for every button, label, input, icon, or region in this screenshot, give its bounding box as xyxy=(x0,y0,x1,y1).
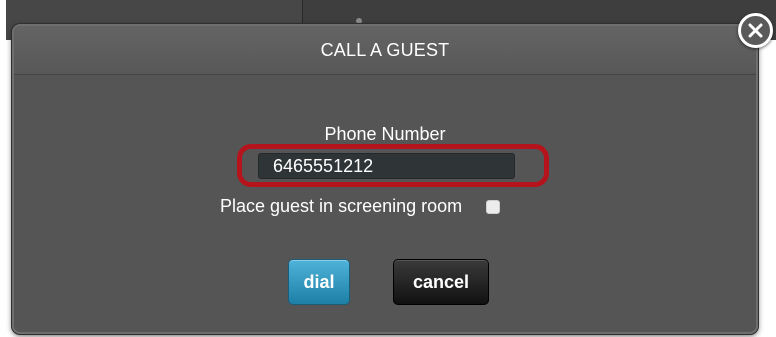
dialog-title: CALL A GUEST xyxy=(320,39,450,60)
dialog-body: Phone Number Place guest in screening ro… xyxy=(14,75,756,332)
phone-number-label: Phone Number xyxy=(324,124,446,144)
screening-room-label: Place guest in screening room xyxy=(220,196,463,216)
call-guest-dialog: CALL A GUEST Phone Number Place guest in… xyxy=(12,24,758,334)
screening-room-option: Place guest in screening room xyxy=(220,196,501,217)
phone-number-input[interactable] xyxy=(258,153,515,179)
close-button[interactable] xyxy=(738,13,773,48)
screening-room-checkbox[interactable] xyxy=(486,199,501,214)
dial-button[interactable]: dial xyxy=(288,259,350,305)
close-icon xyxy=(748,23,763,38)
cancel-button[interactable]: cancel xyxy=(393,259,489,305)
dialog-header: CALL A GUEST xyxy=(14,26,756,75)
screen: CALL A GUEST Phone Number Place guest in… xyxy=(0,0,776,337)
